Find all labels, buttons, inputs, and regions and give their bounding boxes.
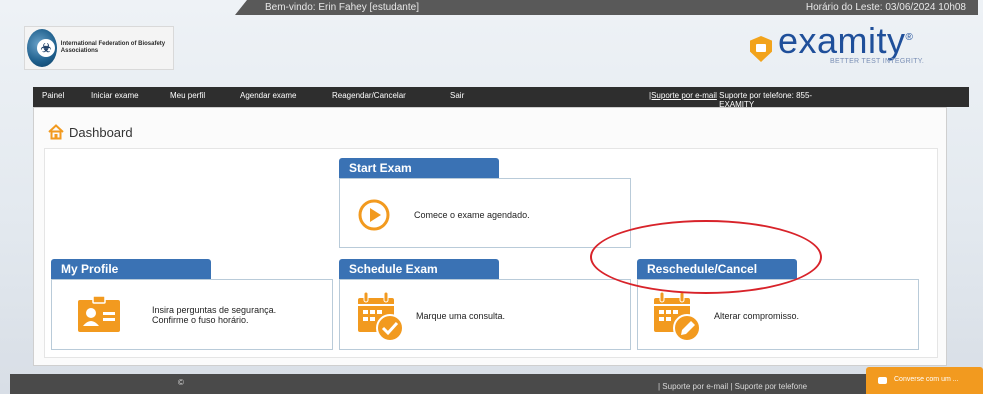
footer: © | Suporte por e-mail | Suporte por tel…: [10, 374, 983, 394]
biohazard-icon: ☣: [37, 39, 55, 57]
schedule-exam-card[interactable]: Marque uma consulta.: [339, 279, 631, 350]
header: ☣ International Federation of Biosafety …: [24, 20, 978, 82]
copyright-text: ©: [178, 378, 184, 387]
examity-logo[interactable]: examity® BETTER TEST INTEGRITY.: [750, 20, 960, 72]
schedule-exam-text: Marque uma consulta.: [416, 311, 506, 321]
my-profile-tab[interactable]: My Profile: [51, 259, 211, 279]
my-profile-line1: Insira perguntas de segurança.: [152, 305, 277, 315]
play-icon: [358, 199, 390, 231]
my-profile-line2: Confirme o fuso horário.: [152, 315, 249, 325]
nav-item-reagendar-cancelar[interactable]: Reagendar/Cancelar: [332, 91, 406, 100]
nav-item-sair[interactable]: Sair: [450, 91, 464, 100]
highlight-oval-annotation: [590, 220, 822, 294]
welcome-bar: Bem-vindo: Erin Fahey [estudante] Horári…: [235, 0, 978, 15]
examity-wordmark: examity®: [778, 20, 914, 61]
page-title: Dashboard: [48, 124, 133, 140]
eastern-time-text: Horário do Leste: 03/06/2024 10h08: [805, 2, 966, 13]
chat-label: Converse com um ...: [894, 376, 959, 383]
ifba-logo[interactable]: ☣ International Federation of Biosafety …: [24, 26, 174, 70]
welcome-text: Bem-vindo: Erin Fahey [estudante]: [265, 2, 419, 13]
start-exam-card[interactable]: Comece o exame agendado.: [339, 178, 631, 248]
start-exam-text: Comece o exame agendado.: [414, 210, 530, 220]
shield-lock-icon: [750, 36, 772, 62]
reschedule-cancel-text: Alterar compromisso.: [714, 311, 800, 321]
support-email-link[interactable]: |Suporte por e-mail: [649, 91, 717, 100]
calendar-check-icon: [358, 291, 404, 342]
main-nav: Painel Iniciar exame Meu perfil Agendar …: [33, 87, 969, 109]
id-card-icon: [78, 295, 120, 332]
nav-item-painel[interactable]: Painel: [42, 91, 64, 100]
footer-support-links[interactable]: | Suporte por e-mail | Suporte por telef…: [658, 382, 807, 391]
my-profile-text: Insira perguntas de segurança. Confirme …: [152, 305, 276, 325]
chat-bubble-icon: [878, 377, 887, 384]
ifba-logo-text: International Federation of Biosafety As…: [60, 41, 166, 54]
globe-icon: ☣: [27, 29, 57, 67]
examity-tagline: BETTER TEST INTEGRITY.: [830, 58, 925, 65]
nav-item-iniciar-exame[interactable]: Iniciar exame: [91, 91, 139, 100]
home-icon: [48, 124, 64, 140]
my-profile-card[interactable]: Insira perguntas de segurança. Confirme …: [51, 279, 333, 350]
nav-item-agendar-exame[interactable]: Agendar exame: [240, 91, 296, 100]
dashboard-title: Dashboard: [69, 124, 133, 140]
calendar-edit-icon: [654, 291, 701, 342]
chat-button[interactable]: Converse com um ...: [866, 367, 983, 394]
schedule-exam-tab[interactable]: Schedule Exam: [339, 259, 499, 279]
start-exam-tab[interactable]: Start Exam: [339, 158, 499, 178]
nav-item-meu-perfil[interactable]: Meu perfil: [170, 91, 205, 100]
